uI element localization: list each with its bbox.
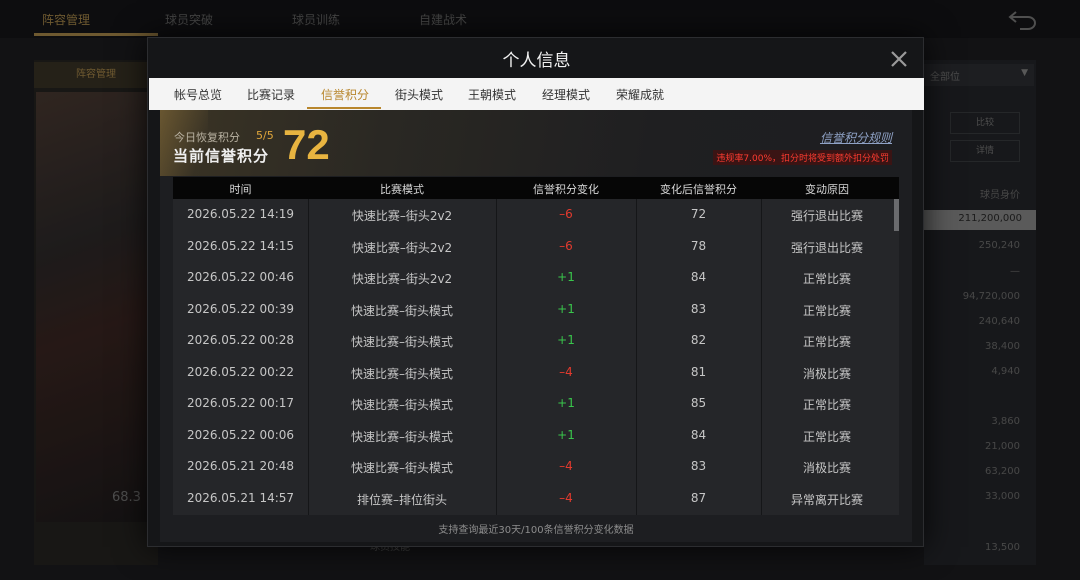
cell-mode: 排位赛–排位街头	[356, 492, 447, 507]
cell-mode: 快速比赛–街头2v2	[351, 272, 453, 286]
today-recovery-label: 今日恢复积分	[174, 131, 240, 144]
table-header: 时间 比赛模式 信誉积分变化 变化后信誉积分 变动原因	[173, 177, 899, 199]
cell-time: 2026.05.21 14:57	[186, 490, 295, 505]
cell-after: 78	[690, 238, 707, 253]
column-divider	[636, 199, 637, 515]
cell-reason: 正常比赛	[802, 272, 851, 286]
close-icon[interactable]	[887, 47, 911, 71]
table-row: 2026.05.22 00:28 快速比赛–街头模式 +1 82 正常比赛	[173, 325, 899, 357]
table-row: 2026.05.22 00:39 快速比赛–街头模式 +1 83 正常比赛	[173, 294, 899, 326]
table-row: 2026.05.21 20:48 快速比赛–街头模式 –4 83 消极比赛	[173, 451, 899, 483]
cell-mode: 快速比赛–街头模式	[350, 335, 453, 349]
active-tab-indicator	[307, 107, 381, 109]
table-row: 2026.05.22 00:17 快速比赛–街头模式 +1 85 正常比赛	[173, 388, 899, 420]
cell-after: 83	[690, 301, 707, 316]
cell-change: –6	[559, 238, 573, 253]
modal-title: 个人信息	[502, 51, 571, 71]
tab-street-mode[interactable]: 街头模式	[395, 86, 443, 103]
cell-time: 2026.05.22 00:28	[186, 333, 295, 347]
query-range-note: 支持查询最近30天/100条信誉积分变化数据	[438, 525, 634, 536]
cell-time: 2026.05.22 00:46	[186, 270, 295, 284]
cell-after: 85	[690, 396, 707, 410]
cell-after: 83	[690, 459, 707, 473]
cell-after: 84	[690, 270, 707, 284]
cell-change: +1	[557, 427, 575, 442]
column-header-after: 变化后信誉积分	[660, 183, 737, 196]
cell-after: 82	[690, 333, 707, 347]
tab-credit-score[interactable]: 信誉积分	[321, 86, 369, 103]
table-row: 2026.05.21 14:57 排位赛–排位街头 –4 87 异常离开比赛	[173, 483, 899, 515]
table-row: 2026.05.22 00:06 快速比赛–街头模式 +1 84 正常比赛	[173, 420, 899, 452]
cell-mode: 快速比赛–街头模式	[350, 366, 453, 381]
cell-mode: 快速比赛–街头模式	[350, 398, 453, 412]
cell-change: –4	[559, 364, 573, 379]
cell-reason: 正常比赛	[802, 398, 851, 412]
cell-reason: 正常比赛	[802, 335, 851, 349]
cell-after: 81	[690, 364, 707, 379]
cell-mode: 快速比赛–街头模式	[350, 461, 453, 475]
tab-dynasty-mode[interactable]: 王朝模式	[468, 86, 516, 103]
cell-reason: 正常比赛	[802, 303, 851, 318]
cell-time: 2026.05.22 14:19	[186, 207, 295, 221]
cell-change: –6	[559, 207, 573, 221]
cell-change: –4	[559, 459, 573, 473]
cell-time: 2026.05.22 00:17	[186, 396, 295, 410]
modal-tab-bar: 帐号总览 比赛记录 信誉积分 街头模式 王朝模式 经理模式 荣耀成就	[149, 78, 924, 110]
current-credit-label: 当前信誉积分	[173, 147, 270, 165]
violation-warning: 违规率7.00%，扣分时将受到额外扣分处罚	[713, 150, 892, 165]
cell-mode: 快速比赛–街头2v2	[351, 209, 453, 223]
table-row: 2026.05.22 14:19 快速比赛–街头2v2 –6 72 强行退出比赛	[173, 199, 899, 231]
credit-rules-link[interactable]: 信誉积分规则	[820, 129, 892, 146]
table-scrollbar[interactable]	[894, 199, 899, 231]
credit-summary: 今日恢复积分 5/5 当前信誉积分 72 信誉积分规则 违规率7.00%，扣分时…	[160, 110, 912, 176]
cell-after: 84	[690, 427, 707, 442]
cell-time: 2026.05.22 00:06	[186, 427, 295, 442]
cell-change: +1	[557, 333, 575, 347]
cell-reason: 消极比赛	[802, 461, 851, 475]
column-header-mode: 比赛模式	[380, 183, 424, 196]
cell-time: 2026.05.21 20:48	[186, 459, 295, 473]
column-header-time: 时间	[229, 183, 252, 196]
table-body[interactable]: 2026.05.22 14:19 快速比赛–街头2v2 –6 72 强行退出比赛 2026…	[173, 199, 899, 515]
cell-change: –4	[559, 490, 573, 505]
today-recovery-value: 5/5	[256, 129, 274, 142]
cell-reason: 正常比赛	[802, 429, 851, 444]
cell-time: 2026.05.22 00:39	[186, 301, 295, 316]
cell-mode: 快速比赛–街头2v2	[351, 240, 453, 255]
cell-reason: 强行退出比赛	[790, 240, 863, 255]
column-header-change: 信誉积分变化	[533, 183, 599, 196]
cell-change: +1	[557, 396, 575, 410]
tab-manager-mode[interactable]: 经理模式	[542, 86, 590, 103]
personal-info-modal: 个人信息 帐号总览 比赛记录 信誉积分 街头模式 王朝模式 经理模式 荣耀成就 …	[147, 37, 924, 547]
column-header-reason: 变动原因	[805, 183, 849, 196]
cell-reason: 强行退出比赛	[790, 209, 863, 223]
cell-after: 87	[690, 490, 707, 505]
cell-change: +1	[557, 301, 575, 316]
column-divider	[761, 199, 762, 515]
table-row: 2026.05.22 00:46 快速比赛–街头2v2 +1 84 正常比赛	[173, 262, 899, 294]
cell-mode: 快速比赛–街头模式	[350, 303, 453, 318]
cell-reason: 消极比赛	[802, 366, 851, 381]
current-credit-score: 72	[283, 121, 330, 168]
cell-reason: 异常离开比赛	[790, 492, 863, 507]
credit-history-table: 时间 比赛模式 信誉积分变化 变化后信誉积分 变动原因 2026.05.22 1…	[173, 177, 899, 515]
tab-honor-achievements[interactable]: 荣耀成就	[616, 86, 664, 103]
tab-account-overview[interactable]: 帐号总览	[174, 86, 222, 103]
cell-after: 72	[690, 207, 707, 221]
column-divider	[308, 199, 309, 515]
credit-score-panel: 今日恢复积分 5/5 当前信誉积分 72 信誉积分规则 违规率7.00%，扣分时…	[160, 110, 912, 542]
cell-time: 2026.05.22 14:15	[186, 238, 295, 253]
cell-change: +1	[557, 270, 575, 284]
table-row: 2026.05.22 14:15 快速比赛–街头2v2 –6 78 强行退出比赛	[173, 231, 899, 263]
column-divider	[496, 199, 497, 515]
tab-match-records[interactable]: 比赛记录	[247, 86, 295, 103]
cell-time: 2026.05.22 00:22	[186, 364, 295, 379]
table-row: 2026.05.22 00:22 快速比赛–街头模式 –4 81 消极比赛	[173, 357, 899, 389]
cell-mode: 快速比赛–街头模式	[350, 429, 453, 444]
